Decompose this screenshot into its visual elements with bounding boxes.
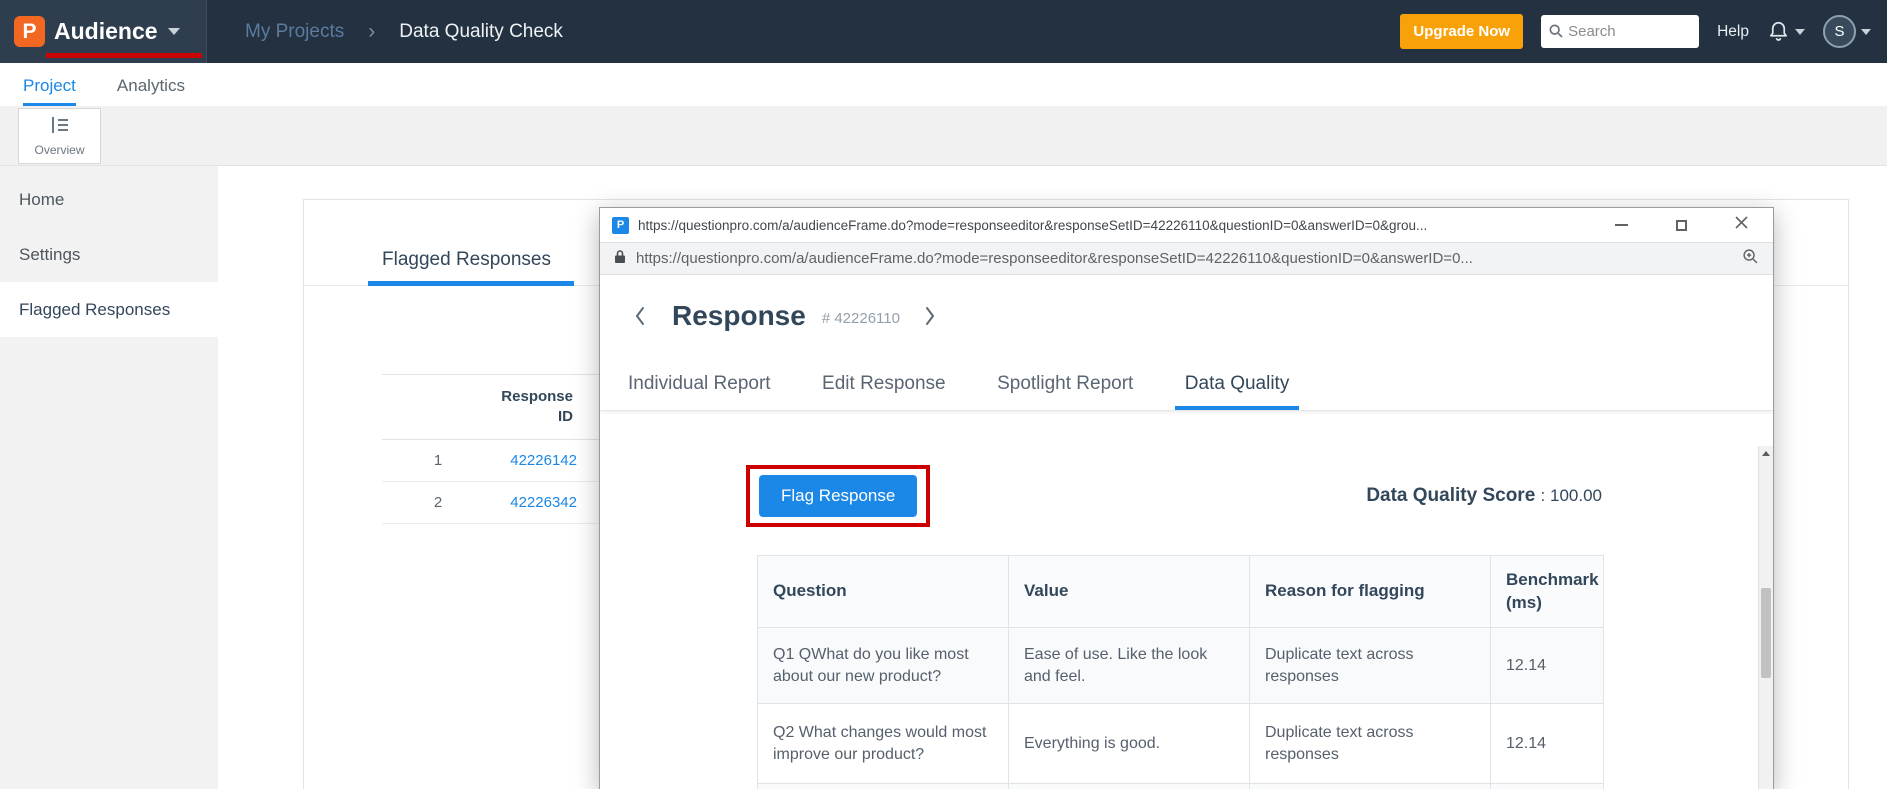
bell-icon xyxy=(1767,18,1790,46)
sidebar-item-home[interactable]: Home xyxy=(0,172,218,227)
response-tabs: Individual Report Edit Response Spotligh… xyxy=(600,345,1773,411)
sidebar-item-flagged-responses[interactable]: Flagged Responses xyxy=(0,282,218,337)
tab-flagged-responses[interactable]: Flagged Responses xyxy=(382,249,551,271)
product-switcher[interactable]: P Audience xyxy=(0,0,207,63)
response-id-link[interactable]: 42226342 xyxy=(494,494,577,511)
scrollbar-thumb[interactable] xyxy=(1761,588,1771,678)
maximize-icon xyxy=(1676,220,1687,231)
window-titlebar[interactable]: P https://questionpro.com/a/audienceFram… xyxy=(600,208,1773,242)
row-index: 1 xyxy=(382,452,494,469)
column-header-response-id: Response ID xyxy=(497,387,573,428)
flag-score-row: Flag Response Data Quality Score : 100.0… xyxy=(746,465,1602,527)
benchmark-cell: 12.14 xyxy=(1491,628,1604,704)
tab-individual-report[interactable]: Individual Report xyxy=(618,373,781,410)
table-row-partial xyxy=(758,784,1604,789)
tab-data-quality[interactable]: Data Quality xyxy=(1175,373,1300,410)
column-header-reason: Reason for flagging xyxy=(1250,556,1491,628)
score-value: : 100.00 xyxy=(1541,486,1602,505)
chevron-down-icon xyxy=(1861,29,1871,35)
sidebar: Home Settings Flagged Responses xyxy=(0,166,218,789)
primary-tabs: Project Analytics xyxy=(0,63,1887,106)
response-header: Response # 42226110 xyxy=(600,275,1773,345)
overview-icon xyxy=(50,116,70,139)
account-menu[interactable]: S xyxy=(1823,15,1871,48)
question-cell: Q1 QWhat do you like most about our new … xyxy=(758,628,1009,704)
value-cell: Ease of use. Like the look and feel. xyxy=(1009,628,1250,704)
reason-link[interactable]: Duplicate text across responses xyxy=(1250,704,1491,784)
window-title-url: https://questionpro.com/a/audienceFrame.… xyxy=(638,218,1568,233)
product-name: Audience xyxy=(54,18,158,45)
question-cell: Q2 What changes would most improve our p… xyxy=(758,704,1009,784)
column-header-benchmark: Benchmark (ms) xyxy=(1491,556,1604,628)
table-row: Q1 QWhat do you like most about our new … xyxy=(758,628,1604,704)
top-bar: P Audience My Projects › Data Quality Ch… xyxy=(0,0,1887,63)
tab-spotlight-report[interactable]: Spotlight Report xyxy=(987,373,1143,410)
reason-link[interactable]: Duplicate text across responses xyxy=(1250,628,1491,704)
upgrade-now-button[interactable]: Upgrade Now xyxy=(1400,14,1523,49)
sidebar-item-settings[interactable]: Settings xyxy=(0,227,218,282)
next-response-button[interactable] xyxy=(924,306,936,326)
search-input[interactable] xyxy=(1541,15,1699,48)
column-header-question: Question xyxy=(758,556,1009,628)
row-index: 2 xyxy=(382,494,494,511)
toolbar-strip: Overview xyxy=(0,106,1887,166)
address-bar: https://questionpro.com/a/audienceFrame.… xyxy=(600,242,1773,275)
minimize-button[interactable] xyxy=(1613,217,1629,233)
maximize-button[interactable] xyxy=(1673,217,1689,233)
response-id-link[interactable]: 42226142 xyxy=(494,452,577,469)
table-row: Q2 What changes would most improve our p… xyxy=(758,704,1604,784)
app-screen: P Audience My Projects › Data Quality Ch… xyxy=(0,0,1887,789)
lock-icon xyxy=(614,249,626,269)
column-header-value: Value xyxy=(1009,556,1250,628)
minimize-icon xyxy=(1615,224,1628,226)
topbar-actions: Upgrade Now Help S xyxy=(1400,14,1887,49)
close-icon xyxy=(1735,216,1748,234)
breadcrumb-my-projects[interactable]: My Projects xyxy=(245,21,344,43)
active-tab-underline xyxy=(368,281,574,286)
scrollbar[interactable] xyxy=(1758,446,1773,789)
help-link[interactable]: Help xyxy=(1717,23,1749,41)
response-title: Response xyxy=(672,299,806,333)
breadcrumb-chevron-icon: › xyxy=(368,21,375,42)
close-button[interactable] xyxy=(1733,217,1749,233)
data-quality-table: Question Value Reason for flagging Bench… xyxy=(757,555,1604,789)
overview-label: Overview xyxy=(34,143,84,157)
breadcrumb: My Projects › Data Quality Check xyxy=(245,21,563,43)
value-cell: Everything is good. xyxy=(1009,704,1250,784)
annotation-red-underline xyxy=(46,53,202,58)
table-header-row: Question Value Reason for flagging Bench… xyxy=(758,556,1604,628)
page-title: Data Quality Check xyxy=(399,21,563,43)
tab-edit-response[interactable]: Edit Response xyxy=(812,373,956,410)
score-label: Data Quality Score xyxy=(1366,485,1535,506)
scroll-up-icon xyxy=(1762,451,1770,456)
zoom-icon[interactable] xyxy=(1742,248,1759,270)
previous-response-button[interactable] xyxy=(634,306,646,326)
response-id-value: # 42226110 xyxy=(822,306,900,327)
favicon-icon: P xyxy=(612,217,629,234)
tab-analytics[interactable]: Analytics xyxy=(117,76,185,106)
global-search xyxy=(1541,15,1699,48)
questionpro-logo-icon: P xyxy=(14,16,45,47)
overview-button[interactable]: Overview xyxy=(18,108,101,164)
chevron-down-icon xyxy=(1795,29,1805,35)
chevron-down-icon xyxy=(168,28,180,35)
annotation-red-box: Flag Response xyxy=(746,465,930,527)
address-url[interactable]: https://questionpro.com/a/audienceFrame.… xyxy=(636,250,1742,267)
data-quality-section: Flag Response Data Quality Score : 100.0… xyxy=(600,465,1773,789)
tab-project[interactable]: Project xyxy=(23,76,76,106)
benchmark-cell: 12.14 xyxy=(1491,704,1604,784)
notifications-control[interactable] xyxy=(1767,18,1805,46)
scroll-up-button[interactable] xyxy=(1759,446,1773,461)
avatar: S xyxy=(1823,15,1856,48)
data-quality-score: Data Quality Score : 100.00 xyxy=(1366,485,1602,507)
window-controls xyxy=(1613,217,1761,233)
flag-response-button[interactable]: Flag Response xyxy=(759,475,917,517)
response-editor-window: P https://questionpro.com/a/audienceFram… xyxy=(599,207,1774,789)
